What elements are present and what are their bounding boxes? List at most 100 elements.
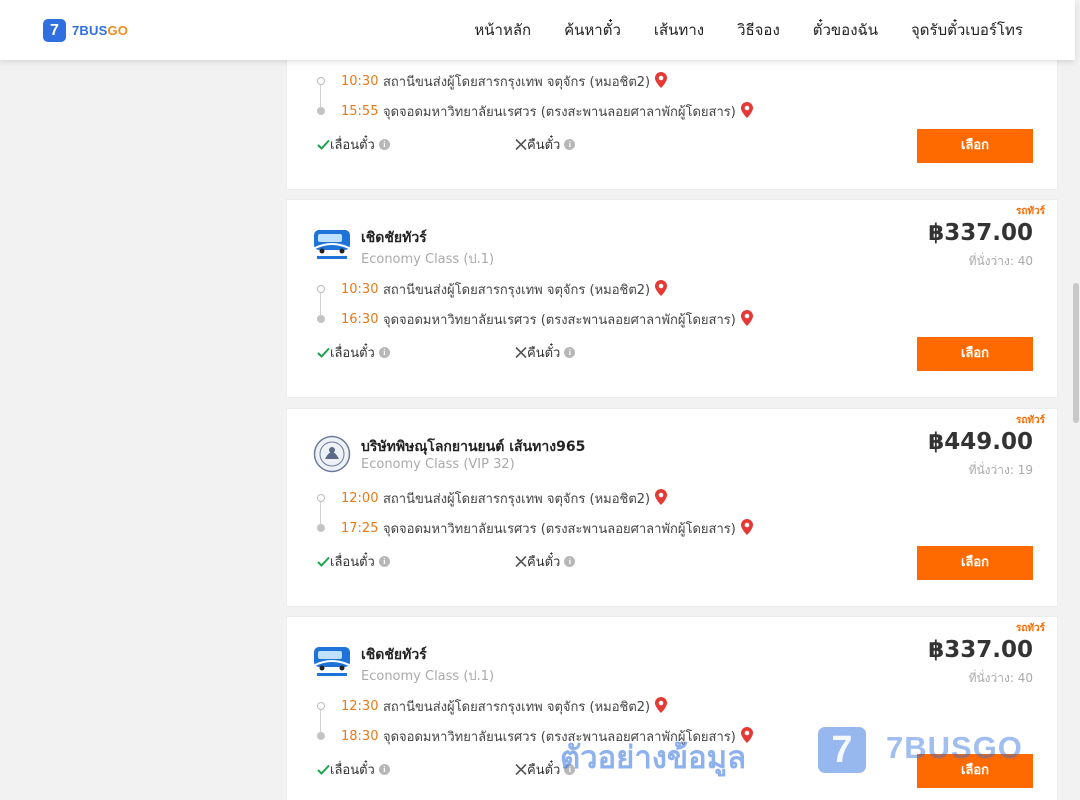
depart-stop: 12:30 สถานีขนส่งผู้โดยสารกรุงเทพ จตุจักร…: [315, 691, 775, 732]
refund-policy: คืนตั๋ว i: [515, 134, 576, 155]
brand-logo[interactable]: 7 7BUSGO: [43, 19, 128, 42]
reschedule-policy: เลื่อนตั๋ว i: [317, 342, 390, 363]
seats-available: ที่นั่งว่าง: 19: [968, 463, 1033, 477]
watermark-brand: 7BUSGO: [886, 730, 1023, 765]
depart-place: สถานีขนส่งผู้โดยสารกรุงเทพ จตุจักร (หมอช…: [383, 696, 668, 717]
depart-place: สถานีขนส่งผู้โดยสารกรุงเทพ จตุจักร (หมอช…: [383, 279, 668, 300]
arrive-place: จุดจอดมหาวิทยาลัยนเรศวร (ตรงสะพานลอยศาลา…: [383, 309, 753, 330]
cross-icon: [515, 763, 527, 775]
check-icon: [317, 764, 330, 775]
bus-type-tag: รถทัวร์: [1015, 206, 1045, 217]
operator-seal-logo-icon: [313, 435, 351, 473]
operator-name: บริษัทพิษณุโลกยานยนต์ เส้นทาง965: [361, 439, 586, 455]
map-pin-icon[interactable]: [655, 279, 668, 296]
logo-text: 7BUSGO: [72, 23, 129, 38]
map-pin-icon[interactable]: [655, 696, 668, 713]
arrive-time: 15:55: [341, 103, 379, 119]
info-icon[interactable]: i: [378, 555, 390, 567]
depart-dot-icon: [317, 285, 325, 293]
bus-type-tag: รถทัวร์: [1015, 623, 1045, 634]
reschedule-policy: เลื่อนตั๋ว i: [317, 551, 390, 572]
nav-item-search-ticket[interactable]: ค้นหาตั๋ว: [564, 18, 621, 42]
depart-place: สถานีขนส่งผู้โดยสารกรุงเทพ จตุจักร (หมอช…: [383, 488, 668, 509]
info-icon[interactable]: i: [378, 138, 390, 150]
depart-time: 12:30: [341, 698, 379, 714]
seat-class: Economy Class (VIP 32): [361, 457, 515, 472]
nav-item-my-tickets[interactable]: ตั๋วของฉัน: [813, 18, 878, 42]
info-icon[interactable]: i: [564, 138, 576, 150]
depart-time: 12:00: [341, 490, 379, 506]
map-pin-icon[interactable]: [740, 101, 753, 118]
operator-name: เชิดชัยทัวร์: [361, 230, 427, 246]
info-icon[interactable]: i: [564, 555, 576, 567]
sample-data-watermark: ตัวอย่างข้อมูล: [560, 740, 747, 776]
check-icon: [317, 347, 330, 358]
nav-item-home[interactable]: หน้าหลัก: [474, 18, 531, 42]
trip-card: รถทัวร์ เชิดชัยทัวร์ Economy Class (ป.1)…: [286, 199, 1058, 398]
depart-dot-icon: [317, 702, 325, 710]
select-button[interactable]: เลือก: [917, 337, 1033, 371]
cross-icon: [515, 138, 527, 150]
ticket-price: ฿337.00: [928, 220, 1033, 246]
bus-type-tag: รถทัวร์: [1015, 415, 1045, 426]
seats-available: ที่นั่งว่าง: 40: [968, 254, 1033, 268]
ticket-price: ฿337.00: [928, 637, 1033, 663]
check-icon: [317, 139, 330, 150]
arrive-place: จุดจอดมหาวิทยาลัยนเรศวร (ตรงสะพานลอยศาลา…: [383, 101, 753, 122]
depart-dot-icon: [317, 77, 325, 85]
arrive-time: 17:25: [341, 520, 379, 536]
info-icon[interactable]: i: [378, 763, 390, 775]
map-pin-icon[interactable]: [655, 71, 668, 88]
page-scrollbar[interactable]: [1072, 0, 1080, 800]
depart-place: สถานีขนส่งผู้โดยสารกรุงเทพ จตุจักร (หมอช…: [383, 71, 668, 92]
info-icon[interactable]: i: [564, 346, 576, 358]
top-navbar: 7 7BUSGO หน้าหลัก ค้นหาตั๋ว เส้นทาง วิธี…: [0, 0, 1075, 60]
trip-stops: 10:30 สถานีขนส่งผู้โดยสารกรุงเทพ จตุจักร…: [315, 274, 775, 334]
select-button[interactable]: เลือก: [917, 129, 1033, 163]
depart-stop: 12:00 สถานีขนส่งผู้โดยสารกรุงเทพ จตุจักร…: [315, 483, 775, 524]
trip-stops: 10:30 สถานีขนส่งผู้โดยสารกรุงเทพ จตุจักร…: [315, 66, 775, 126]
arrive-stop: 17:25 จุดจอดมหาวิทยาลัยนเรศวร (ตรงสะพานล…: [315, 513, 775, 543]
nav-item-pickup-points[interactable]: จุดรับตั๋วเบอร์โทร: [911, 18, 1023, 42]
trip-stops: 12:00 สถานีขนส่งผู้โดยสารกรุงเทพ จตุจักร…: [315, 483, 775, 543]
ticket-price: ฿449.00: [928, 429, 1033, 455]
check-icon: [317, 556, 330, 567]
select-button[interactable]: เลือก: [917, 546, 1033, 580]
map-pin-icon[interactable]: [740, 309, 753, 326]
nav-item-how-to-book[interactable]: วิธีจอง: [737, 18, 780, 42]
arrive-dot-icon: [317, 107, 325, 115]
operator-logo-icon: [314, 230, 350, 259]
logo-mark-icon: 7: [43, 19, 66, 42]
cross-icon: [515, 346, 527, 358]
reschedule-policy: เลื่อนตั๋ว i: [317, 759, 390, 780]
cross-icon: [515, 555, 527, 567]
depart-time: 10:30: [341, 73, 379, 89]
depart-time: 10:30: [341, 281, 379, 297]
main-nav: หน้าหลัก ค้นหาตั๋ว เส้นทาง วิธีจอง ตั๋วข…: [474, 0, 1023, 60]
refund-policy: คืนตั๋ว i: [515, 342, 576, 363]
arrive-stop: 15:55 จุดจอดมหาวิทยาลัยนเรศวร (ตรงสะพานล…: [315, 96, 775, 126]
nav-item-routes[interactable]: เส้นทาง: [654, 18, 704, 42]
info-icon[interactable]: i: [378, 346, 390, 358]
seat-class: Economy Class (ป.1): [361, 252, 495, 267]
arrive-time: 16:30: [341, 311, 379, 327]
trip-card: 10:30 สถานีขนส่งผู้โดยสารกรุงเทพ จตุจักร…: [286, 50, 1058, 190]
operator-logo-icon: [314, 647, 350, 676]
map-pin-icon[interactable]: [655, 488, 668, 505]
scrollbar-thumb[interactable]: [1073, 283, 1079, 423]
arrive-dot-icon: [317, 524, 325, 532]
map-pin-icon[interactable]: [740, 518, 753, 535]
arrive-place: จุดจอดมหาวิทยาลัยนเรศวร (ตรงสะพานลอยศาลา…: [383, 518, 753, 539]
arrive-time: 18:30: [341, 728, 379, 744]
arrive-stop: 16:30 จุดจอดมหาวิทยาลัยนเรศวร (ตรงสะพานล…: [315, 304, 775, 334]
arrive-dot-icon: [317, 315, 325, 323]
depart-stop: 10:30 สถานีขนส่งผู้โดยสารกรุงเทพ จตุจักร…: [315, 274, 775, 315]
depart-dot-icon: [317, 494, 325, 502]
operator-name: เชิดชัยทัวร์: [361, 647, 427, 663]
refund-policy: คืนตั๋ว i: [515, 551, 576, 572]
seat-class: Economy Class (ป.1): [361, 669, 495, 684]
watermark-logo-icon: 7: [818, 727, 866, 773]
reschedule-policy: เลื่อนตั๋ว i: [317, 134, 390, 155]
arrive-dot-icon: [317, 732, 325, 740]
seats-available: ที่นั่งว่าง: 40: [968, 671, 1033, 685]
